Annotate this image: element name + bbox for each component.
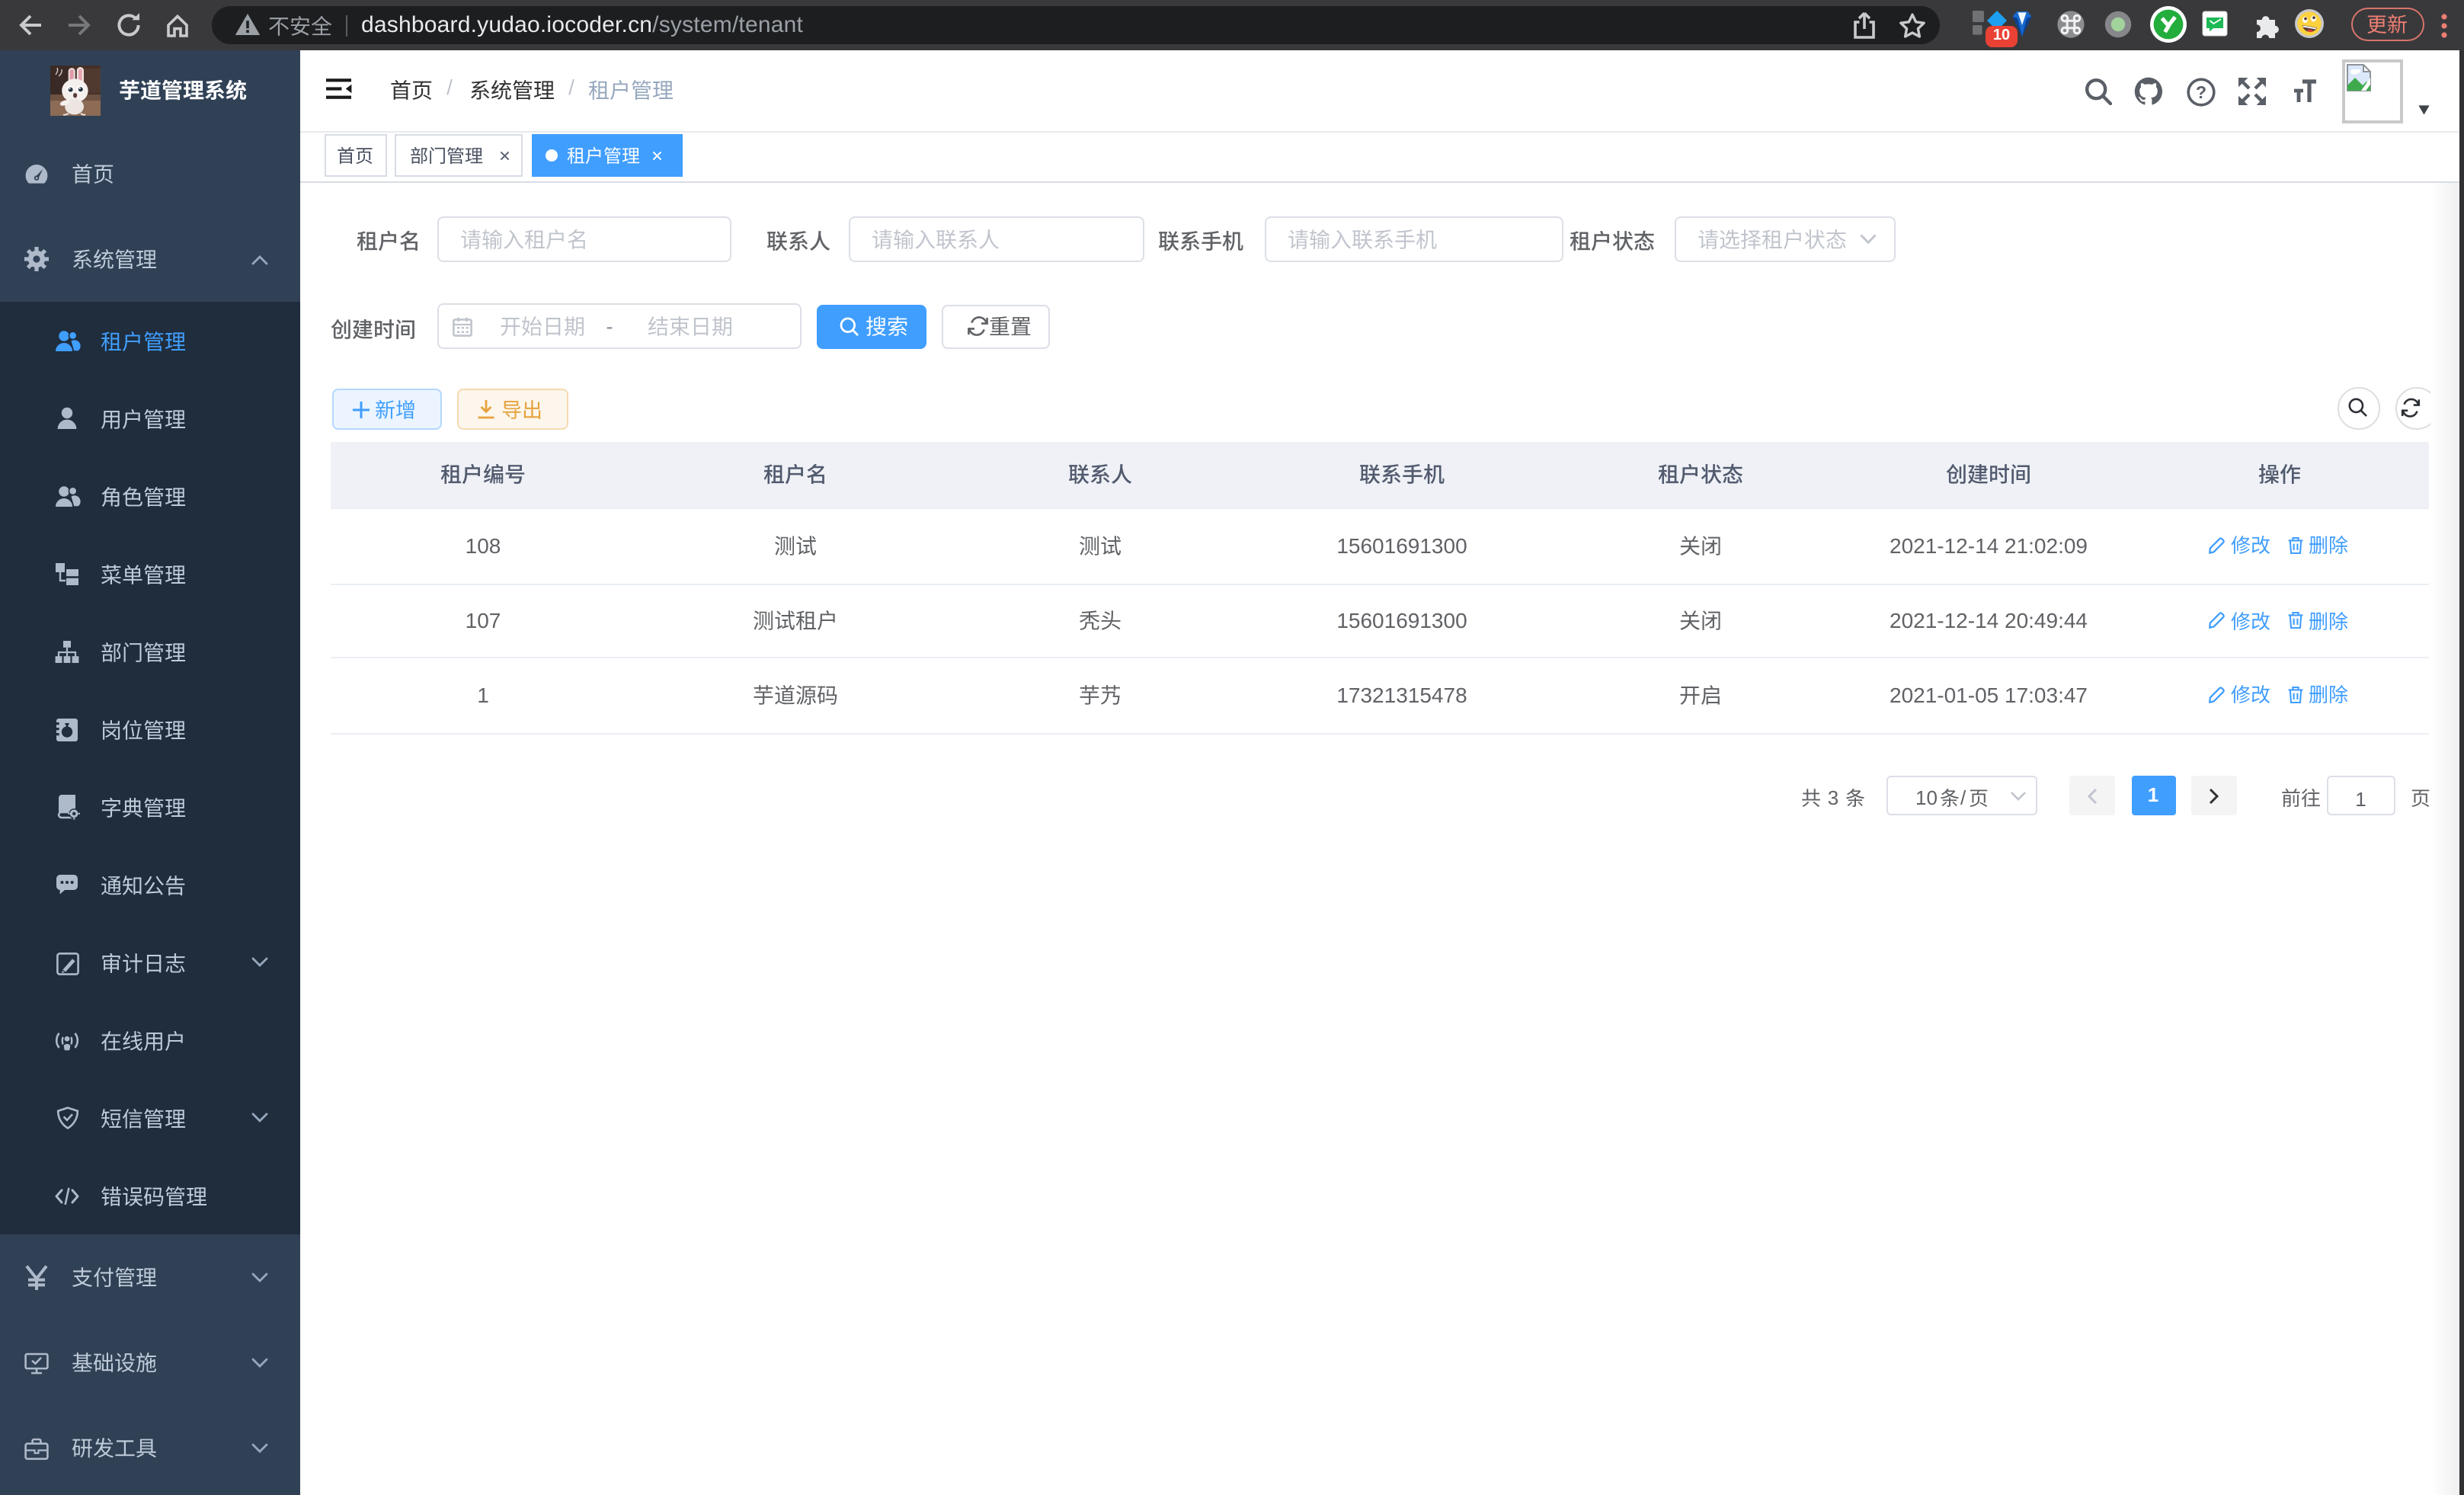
svg-text:?: ?	[2195, 82, 2206, 101]
